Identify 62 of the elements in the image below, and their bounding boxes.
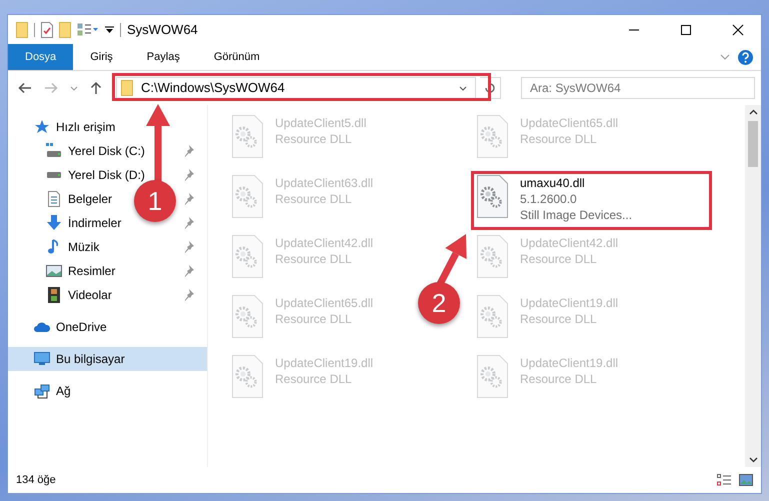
scroll-up-icon[interactable] xyxy=(748,109,758,115)
dll-file-icon xyxy=(475,175,511,219)
ribbon-tab[interactable]: Giriş xyxy=(73,44,130,70)
item-count: 134 öğe xyxy=(16,472,56,488)
customize-arrow-icon[interactable] xyxy=(105,26,114,34)
checklist-icon[interactable] xyxy=(41,22,53,38)
pin-icon[interactable] xyxy=(183,144,195,158)
pin-icon[interactable] xyxy=(183,264,195,278)
sidebar-item[interactable]: Hızlı erişim xyxy=(34,118,116,136)
sidebar-item[interactable]: Ağ xyxy=(34,382,71,400)
file-item[interactable]: umaxu40.dll 5.1.2600.0 Still Image Devices... xyxy=(475,175,632,223)
sidebar-item[interactable]: Yerel Disk (C:) xyxy=(46,142,145,160)
sidebar-item[interactable]: Belgeler xyxy=(46,190,112,208)
window-title: SysWOW64 xyxy=(127,20,198,39)
dll-file-icon xyxy=(475,115,511,159)
picture-icon xyxy=(46,263,62,279)
sidebar-item[interactable]: Müzik xyxy=(46,238,100,256)
drive-icon xyxy=(46,143,62,159)
network-icon xyxy=(34,383,50,399)
scroll-down-icon[interactable] xyxy=(748,457,758,463)
dll-file-icon xyxy=(475,355,511,399)
dll-file-icon xyxy=(230,355,266,399)
maximize-icon xyxy=(680,24,692,36)
file-menu-tab[interactable]: Dosya xyxy=(8,44,74,70)
sidebar-item[interactable]: Bu bilgisayar xyxy=(34,350,125,368)
sidebar-item[interactable]: OneDrive xyxy=(34,318,107,336)
document-icon xyxy=(46,191,62,207)
sidebar-item[interactable]: Resimler xyxy=(46,262,116,280)
download-arrow-icon xyxy=(46,215,62,231)
star-icon xyxy=(34,119,50,135)
dll-file-icon xyxy=(230,175,266,219)
folder-icon[interactable] xyxy=(59,22,71,38)
refresh-icon xyxy=(484,82,496,94)
help-icon[interactable] xyxy=(738,50,753,64)
dll-file-icon xyxy=(230,235,266,279)
folder-icon[interactable] xyxy=(16,22,28,38)
scrollbar[interactable] xyxy=(745,105,761,467)
pin-icon[interactable] xyxy=(183,240,195,254)
details-view-icon[interactable] xyxy=(717,474,731,486)
pin-icon[interactable] xyxy=(183,216,195,230)
ribbon-tab[interactable]: Görünüm xyxy=(196,44,277,70)
dll-file-icon xyxy=(475,235,511,279)
pin-icon[interactable] xyxy=(183,288,195,302)
sidebar-item[interactable]: Videolar xyxy=(46,286,112,304)
expand-ribbon-icon[interactable] xyxy=(720,54,730,60)
pin-icon[interactable] xyxy=(183,192,195,206)
ribbon-tab[interactable]: Paylaş xyxy=(130,44,197,70)
scrollbar-thumb[interactable] xyxy=(748,121,758,167)
close-icon xyxy=(732,24,744,36)
refresh-button[interactable] xyxy=(480,77,501,99)
film-icon xyxy=(46,287,62,303)
computer-icon xyxy=(34,351,50,367)
dll-file-icon xyxy=(230,115,266,159)
drive-icon xyxy=(46,171,62,179)
dll-file-icon xyxy=(230,295,266,339)
pin-icon[interactable] xyxy=(183,168,195,182)
sidebar-item[interactable]: İndirmeler xyxy=(46,214,122,232)
large-icons-view-icon[interactable] xyxy=(739,474,753,486)
dll-file-icon xyxy=(475,295,511,339)
address-bar[interactable]: C:\Windows\SysWOW64 xyxy=(116,77,476,99)
search-field[interactable]: Ara: SysWOW64 xyxy=(521,77,755,99)
view-dropdown-icon[interactable] xyxy=(77,22,99,36)
